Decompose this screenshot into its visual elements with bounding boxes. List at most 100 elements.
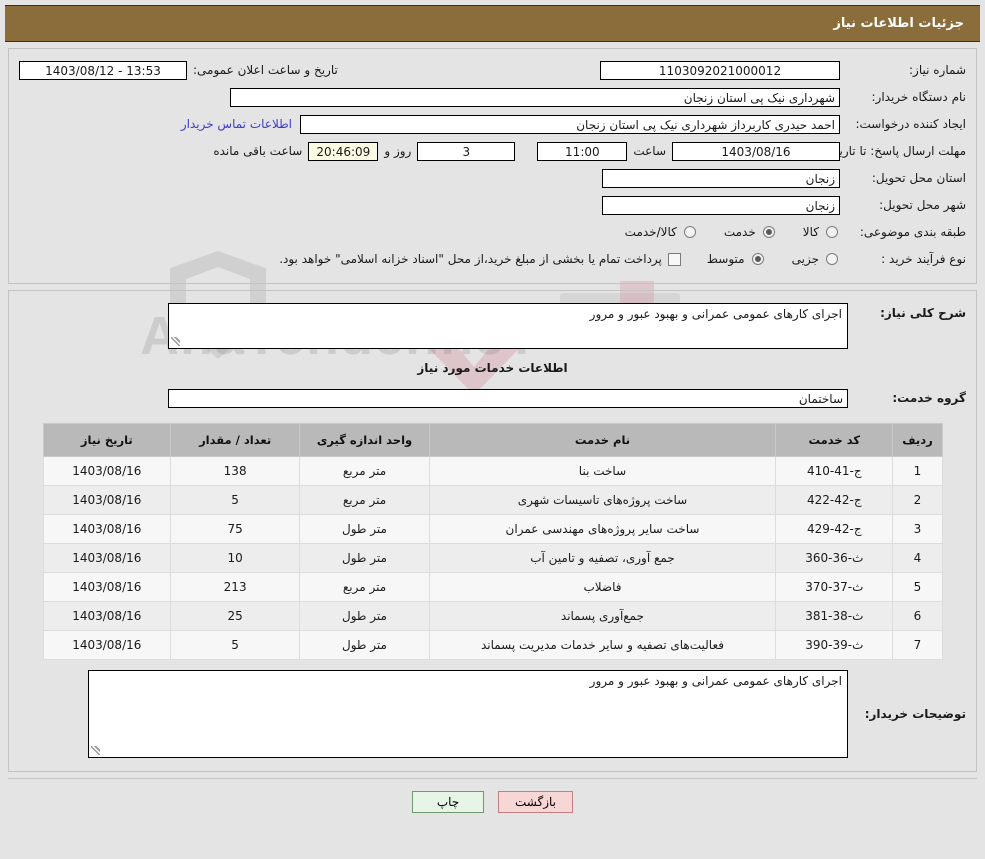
cell-code: ث-38-381	[775, 601, 894, 631]
process-option-label: متوسط	[706, 252, 745, 266]
radio-icon[interactable]	[751, 253, 764, 265]
table-row: 2 ج-42-422 ساخت پروژه‌های تاسیسات شهری م…	[42, 485, 943, 515]
services-heading: اطلاعات خدمات مورد نیاز	[417, 361, 568, 375]
process-option-jozee[interactable]: جزیی	[792, 252, 840, 266]
category-option-kala[interactable]: کالا	[803, 225, 840, 239]
treasury-checkbox[interactable]	[667, 252, 681, 266]
summary-label: شرح کلی نیاز:	[880, 306, 966, 320]
remaining-time-value: 20:46:09	[308, 141, 379, 161]
deadline-row: مهلت ارسال پاسخ: تا تاریخ: 1403/08/16 سا…	[19, 140, 966, 162]
service-group-label: گروه خدمت:	[892, 391, 966, 405]
category-label: طبقه بندی موضوعی:	[859, 225, 966, 239]
cell-name: ساخت بنا	[428, 456, 777, 486]
cell-name: ساخت سایر پروژه‌های مهندسی عمران	[428, 514, 777, 544]
treasury-note: پرداخت تمام یا بخشی از مبلغ خرید،از محل …	[279, 252, 662, 266]
cell-date: 1403/08/16	[42, 514, 172, 544]
buyer-org-row: نام دستگاه خریدار: شهرداری نیک پی استان …	[19, 86, 966, 108]
category-option-kala-khedmat[interactable]: کالا/خدمت	[625, 225, 698, 239]
deadline-time-value: 11:00	[537, 141, 628, 161]
cell-code: ج-42-429	[775, 514, 894, 544]
category-radio-group: کالا خدمت کالا/خدمت	[599, 225, 840, 239]
radio-icon[interactable]	[683, 226, 696, 238]
category-option-label: خدمت	[723, 225, 756, 239]
column-header-unit: واحد اندازه گیری	[299, 423, 430, 457]
radio-icon[interactable]	[826, 253, 838, 265]
category-option-label: کالا	[802, 225, 819, 239]
buyer-org-label: نام دستگاه خریدار:	[871, 90, 967, 104]
cell-date: 1403/08/16	[42, 456, 172, 486]
process-option-label: جزیی	[791, 252, 819, 266]
cell-qty: 5	[170, 485, 301, 515]
column-header-qty: تعداد / مقدار	[170, 423, 301, 457]
buyer-contact-link[interactable]: اطلاعات تماس خریدار	[173, 117, 300, 131]
city-row: شهر محل تحویل: زنجان	[19, 194, 966, 216]
footer-buttons: بازگشت چاپ	[0, 779, 985, 813]
cell-qty: 5	[170, 630, 301, 660]
cell-radif: 5	[892, 572, 943, 602]
cell-radif: 6	[892, 601, 943, 631]
cell-name: فاضلاب	[428, 572, 777, 602]
cell-radif: 7	[892, 630, 943, 660]
column-header-name: نام خدمت	[428, 423, 777, 457]
process-row: نوع فرآیند خرید : جزیی متوسط پرداخت تمام…	[19, 248, 966, 270]
need-number-value: 1103092021000012	[600, 60, 840, 80]
services-table-wrapper: ردیف کد خدمت نام خدمت واحد اندازه گیری ت…	[42, 423, 943, 660]
deadline-label: مهلت ارسال پاسخ: تا تاریخ:	[827, 144, 966, 158]
services-table: ردیف کد خدمت نام خدمت واحد اندازه گیری ت…	[42, 423, 943, 660]
cell-name: جمع‌آوری پسماند	[428, 601, 777, 631]
cell-code: ج-41-410	[775, 456, 894, 486]
province-label: استان محل تحویل:	[871, 171, 966, 185]
column-header-code: کد خدمت	[775, 423, 894, 457]
creator-value: احمد حیدری کاربرداز شهرداری نیک پی استان…	[300, 114, 840, 134]
cell-date: 1403/08/16	[42, 601, 172, 631]
cell-qty: 10	[170, 543, 301, 573]
cell-date: 1403/08/16	[42, 543, 172, 573]
category-option-khedmat[interactable]: خدمت	[724, 225, 777, 239]
radio-icon[interactable]	[826, 226, 838, 238]
buyer-org-value: شهرداری نیک پی استان زنجان	[230, 87, 840, 107]
process-option-motevaset[interactable]: متوسط	[707, 252, 766, 266]
summary-row: شرح کلی نیاز: اجرای کارهای عمومی عمرانی …	[19, 303, 966, 349]
need-details-panel: شرح کلی نیاز: اجرای کارهای عمومی عمرانی …	[8, 290, 977, 772]
cell-radif: 3	[892, 514, 943, 544]
page-title: جزئیات اطلاعات نیاز	[833, 16, 964, 31]
radio-icon[interactable]	[762, 226, 775, 238]
table-row: 4 ث-36-360 جمع آوری، تصفیه و تامین آب مت…	[42, 543, 943, 573]
remaining-label: ساعت باقی مانده	[213, 144, 303, 158]
need-info-panel: شماره نیاز: 1103092021000012 تاریخ و ساع…	[8, 48, 977, 284]
cell-name: جمع آوری، تصفیه و تامین آب	[428, 543, 777, 573]
creator-label: ایجاد کننده درخواست:	[855, 117, 966, 131]
cell-qty: 25	[170, 601, 301, 631]
creator-row: ایجاد کننده درخواست: احمد حیدری کاربرداز…	[19, 113, 966, 135]
public-announce-label: تاریخ و ساعت اعلان عمومی:	[193, 63, 338, 77]
buyer-notes-textarea[interactable]: اجرای کارهای عمومی عمرانی و بهبود عبور و…	[88, 670, 848, 758]
province-row: استان محل تحویل: زنجان	[19, 167, 966, 189]
print-button[interactable]: چاپ	[412, 791, 484, 813]
page-title-bar: جزئیات اطلاعات نیاز	[5, 5, 980, 42]
cell-name: ساخت پروژه‌های تاسیسات شهری	[428, 485, 777, 515]
cell-date: 1403/08/16	[42, 572, 172, 602]
summary-textarea[interactable]: اجرای کارهای عمومی عمرانی و بهبود عبور و…	[168, 303, 848, 349]
table-row: 7 ث-39-390 فعالیت‌های تصفیه و سایر خدمات…	[42, 630, 943, 660]
cell-unit: متر مربع	[299, 485, 430, 515]
cell-code: ث-37-370	[775, 572, 894, 602]
buyer-notes-label: توضیحات خریدار:	[864, 707, 966, 721]
category-option-label: کالا/خدمت	[624, 225, 677, 239]
cell-radif: 2	[892, 485, 943, 515]
province-value: زنجان	[602, 168, 840, 188]
service-group-value: ساختمان	[168, 388, 848, 408]
cell-code: ث-39-390	[775, 630, 894, 660]
deadline-date-value: 1403/08/16	[672, 141, 840, 161]
table-row: 3 ج-42-429 ساخت سایر پروژه‌های مهندسی عم…	[42, 514, 943, 544]
back-button[interactable]: بازگشت	[498, 791, 573, 813]
days-label: روز و	[384, 144, 412, 158]
cell-date: 1403/08/16	[42, 485, 172, 515]
table-row: 1 ج-41-410 ساخت بنا متر مربع 138 1403/08…	[42, 456, 943, 486]
cell-unit: متر مربع	[299, 456, 430, 486]
cell-qty: 213	[170, 572, 301, 602]
cell-unit: متر مربع	[299, 572, 430, 602]
city-label: شهر محل تحویل:	[879, 198, 966, 212]
cell-radif: 4	[892, 543, 943, 573]
hour-label: ساعت	[633, 144, 666, 158]
cell-code: ث-36-360	[775, 543, 894, 573]
